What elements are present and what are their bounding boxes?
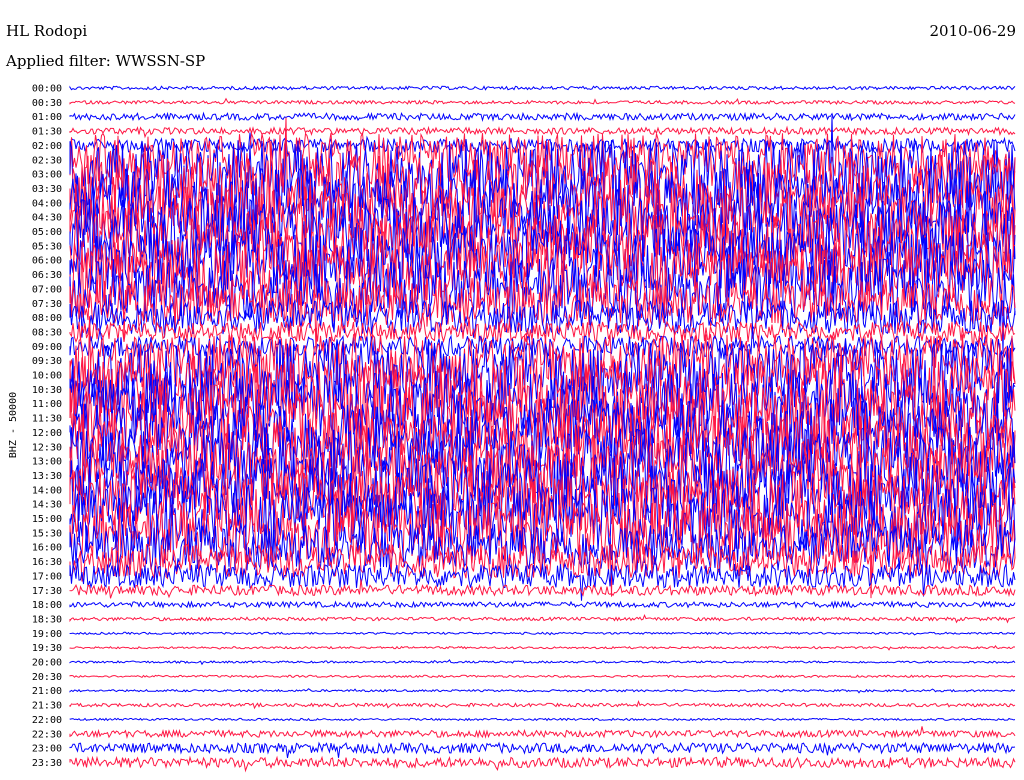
time-tick-label: 20:30 [32, 672, 62, 683]
time-tick-label: 14:30 [32, 500, 62, 511]
trace-row-2130 [69, 699, 1016, 710]
time-tick-label: 05:30 [32, 241, 62, 252]
time-tick-label: 07:00 [32, 284, 62, 295]
time-tick-label: 14:00 [32, 485, 62, 496]
trace-row-1930 [69, 645, 1016, 651]
time-tick-label: 03:00 [32, 170, 62, 181]
time-tick-label: 09:00 [32, 342, 62, 353]
trace-row-2300 [69, 741, 1016, 758]
time-tick-label: 06:30 [32, 270, 62, 281]
time-tick-label: 23:30 [32, 758, 62, 769]
time-tick-label: 02:30 [32, 155, 62, 166]
time-tick-label: 19:00 [32, 629, 62, 640]
time-tick-label: 20:00 [32, 658, 62, 669]
trace-row-2200 [69, 717, 1016, 722]
time-tick-label: 08:00 [32, 313, 62, 324]
helicorder-chart: HL Rodopi 2010-06-29 Applied filter: WWS… [5, 22, 1016, 773]
trace-row-2330 [69, 755, 1016, 773]
time-tick-label: 12:00 [32, 428, 62, 439]
trace-row-0000 [69, 85, 1016, 91]
time-tick-label: 13:30 [32, 471, 62, 482]
time-tick-label: 08:30 [32, 327, 62, 338]
trace-row-2230 [69, 726, 1016, 740]
time-tick-label: 11:00 [32, 399, 62, 410]
trace-row-2100 [69, 688, 1016, 694]
time-tick-label: 10:00 [32, 371, 62, 382]
time-tick-label: 04:00 [32, 198, 62, 209]
time-tick-label: 22:00 [32, 715, 62, 726]
time-tick-label: 19:30 [32, 643, 62, 654]
time-tick-label: 13:00 [32, 457, 62, 468]
time-tick-label: 01:30 [32, 127, 62, 138]
time-tick-label: 21:30 [32, 701, 62, 712]
time-tick-label: 07:30 [32, 299, 62, 310]
trace-row-1730 [69, 579, 1016, 599]
time-tick-label: 22:30 [32, 729, 62, 740]
time-tick-label: 01:00 [32, 112, 62, 123]
time-tick-label: 17:00 [32, 571, 62, 582]
time-tick-label: 06:00 [32, 256, 62, 267]
time-tick-label: 18:30 [32, 614, 62, 625]
trace-row-0100 [69, 111, 1016, 122]
filter-label: Applied filter: WWSSN-SP [5, 52, 205, 70]
trace-group [69, 85, 1016, 773]
time-tick-label: 02:00 [32, 141, 62, 152]
time-tick-label: 16:30 [32, 557, 62, 568]
time-tick-label: 05:00 [32, 227, 62, 238]
time-tick-label: 09:30 [32, 356, 62, 367]
time-tick-label: 10:30 [32, 385, 62, 396]
trace-row-0130 [69, 125, 1016, 139]
time-tick-label: 00:00 [32, 84, 62, 95]
trace-row-1800 [69, 600, 1016, 610]
time-tick-label: 23:00 [32, 744, 62, 755]
time-tick-label: 11:30 [32, 414, 62, 425]
trace-row-0030 [69, 97, 1016, 106]
station-name: HL Rodopi [6, 22, 87, 40]
time-tick-label: 17:30 [32, 586, 62, 597]
trace-row-2030 [69, 674, 1016, 679]
time-tick-label: 15:00 [32, 514, 62, 525]
trace-row-1830 [69, 614, 1016, 624]
time-tick-label: 18:00 [32, 600, 62, 611]
time-tick-label: 04:30 [32, 213, 62, 224]
trace-row-1900 [69, 631, 1016, 636]
date-label: 2010-06-29 [930, 22, 1016, 40]
trace-row-2000 [69, 659, 1016, 666]
time-tick-label: 12:30 [32, 442, 62, 453]
time-tick-label: 21:00 [32, 686, 62, 697]
time-tick-label: 16:00 [32, 543, 62, 554]
time-tick-label: 03:30 [32, 184, 62, 195]
y-axis-label: BHZ - 50000 [8, 392, 19, 458]
time-tick-label: 00:30 [32, 98, 62, 109]
time-tick-labels: 00:00 00:30 01:00 01:30 02:00 02:30 03:00 03:30… [32, 84, 62, 769]
time-tick-label: 15:30 [32, 528, 62, 539]
